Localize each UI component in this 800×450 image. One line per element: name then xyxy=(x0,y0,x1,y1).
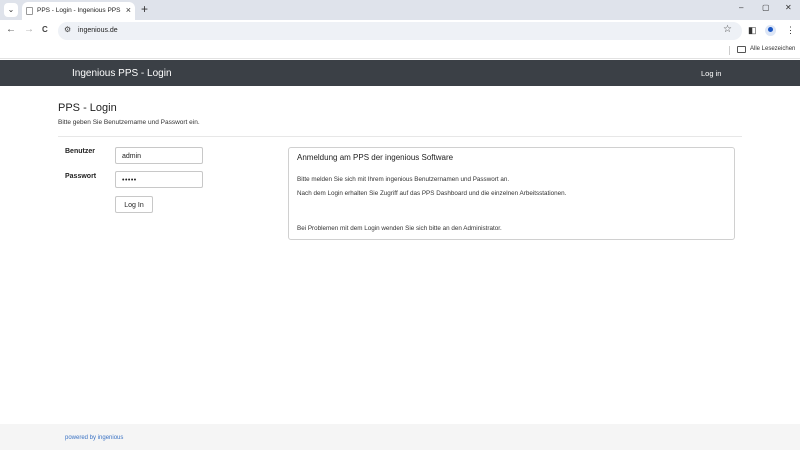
folder-icon[interactable] xyxy=(737,46,746,53)
address-bar[interactable]: ⚙ ingenious.de ☆ xyxy=(58,22,742,40)
tab-close-icon[interactable]: × xyxy=(126,5,131,15)
restore-icon[interactable]: ▢ xyxy=(762,3,770,12)
site-navbar: Ingenious PPS - Login Log in xyxy=(0,60,800,86)
username-input[interactable]: admin xyxy=(115,147,203,164)
all-bookmarks-link[interactable]: Alle Lesezeichen xyxy=(750,46,795,52)
footer-powered-by-link[interactable]: powered by ingenious xyxy=(65,435,123,441)
info-panel: Anmeldung am PPS der ingenious Software … xyxy=(288,147,735,240)
back-icon[interactable]: ← xyxy=(6,24,16,35)
navbar-brand[interactable]: Ingenious PPS - Login xyxy=(72,68,172,79)
browser-toolbar: ← → C ⚙ ingenious.de ☆ ◧ ⋮ xyxy=(0,20,800,42)
info-line-access: Nach dem Login erhalten Sie Zugriff auf … xyxy=(297,190,567,197)
bookmark-star-icon[interactable]: ☆ xyxy=(723,24,732,35)
reload-icon[interactable]: C xyxy=(42,25,48,34)
new-tab-button[interactable]: + xyxy=(141,2,148,16)
info-line-support: Bei Problemen mit dem Login wenden Sie s… xyxy=(297,225,502,232)
bookmarks-divider xyxy=(729,46,730,55)
site-info-icon[interactable]: ⚙ xyxy=(64,25,71,34)
bookmarks-bar: Alle Lesezeichen xyxy=(0,42,800,59)
browser-menu-icon[interactable]: ⋮ xyxy=(786,25,795,36)
username-label: Benutzer xyxy=(65,148,95,155)
info-line-instructions: Bitte melden Sie sich mit Ihrem ingeniou… xyxy=(297,176,510,183)
tab-search-button[interactable]: ⌄ xyxy=(4,3,18,17)
page-footer: powered by ingenious xyxy=(0,424,800,450)
tab-title: PPS - Login - Ingenious PPS xyxy=(37,7,121,14)
page-title: PPS - Login xyxy=(58,102,117,114)
password-label: Passwort xyxy=(65,173,97,180)
browser-tab-active[interactable]: PPS - Login - Ingenious PPS × xyxy=(22,2,135,20)
login-button[interactable]: Log In xyxy=(115,196,153,213)
password-input[interactable]: ••••• xyxy=(115,171,203,188)
divider xyxy=(58,136,742,137)
navbar-login-link[interactable]: Log in xyxy=(701,69,721,78)
info-panel-title: Anmeldung am PPS der ingenious Software xyxy=(297,153,454,162)
minimize-icon[interactable]: – xyxy=(739,3,743,12)
forward-icon[interactable]: → xyxy=(24,24,34,35)
side-panel-icon[interactable]: ◧ xyxy=(748,25,757,36)
browser-tabstrip: ⌄ PPS - Login - Ingenious PPS × + – ▢ ✕ xyxy=(0,0,800,20)
page-favicon-icon xyxy=(26,7,33,15)
page-subtitle: Bitte geben Sie Benutzername und Passwor… xyxy=(58,119,200,126)
window-close-icon[interactable]: ✕ xyxy=(785,3,792,12)
url-text[interactable]: ingenious.de xyxy=(78,27,118,34)
profile-avatar-icon[interactable] xyxy=(765,25,776,36)
